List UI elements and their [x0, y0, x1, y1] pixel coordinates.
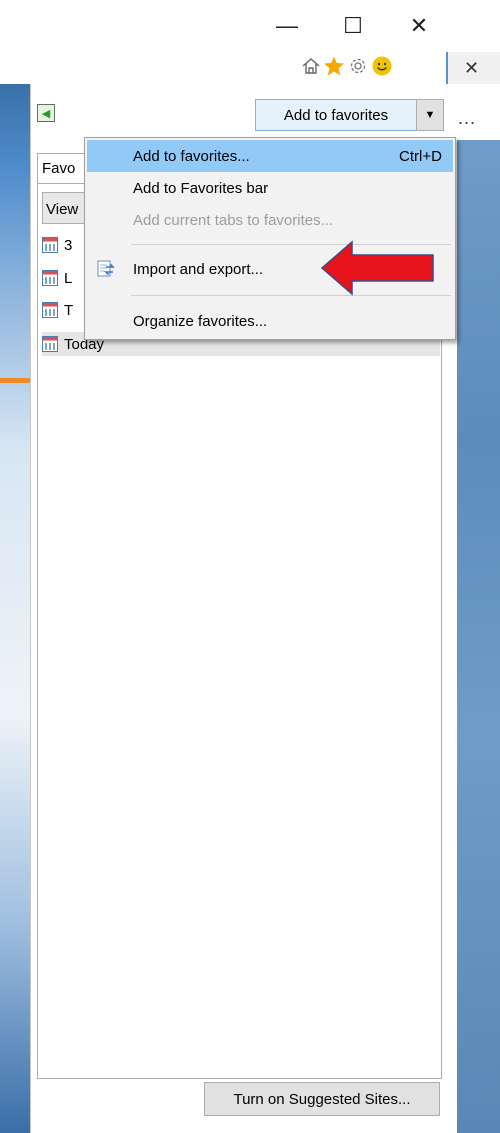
menu-item-label: Add to favorites...: [133, 147, 250, 165]
minimize-button[interactable]: —: [273, 12, 301, 40]
list-item-label: 3: [64, 236, 73, 254]
list-item-label: L: [64, 269, 73, 287]
calendar-icon: [42, 237, 58, 253]
page-background-right: [456, 140, 500, 1133]
calendar-icon: [42, 336, 58, 352]
tab-close-icon[interactable]: ✕: [464, 58, 479, 79]
page-accent-bar: [0, 378, 30, 383]
menu-item-add-to-favorites-bar[interactable]: Add to Favorites bar: [87, 172, 453, 204]
settings-gear-icon[interactable]: [346, 54, 370, 78]
chevron-down-icon: ▼: [424, 109, 436, 121]
menu-item-add-to-favorites[interactable]: Add to favorites... Ctrl+D: [87, 140, 453, 172]
suggested-sites-button[interactable]: Turn on Suggested Sites...: [204, 1082, 440, 1116]
menu-item-add-current-tabs: Add current tabs to favorites...: [87, 204, 453, 236]
menu-item-label: Add current tabs to favorites...: [133, 211, 334, 229]
home-icon[interactable]: [299, 54, 323, 78]
red-arrow-annotation: [320, 240, 434, 296]
list-item-label: T: [64, 301, 74, 319]
import-export-icon: [97, 260, 115, 277]
menu-item-organize-favorites[interactable]: Organize favorites...: [87, 305, 453, 337]
close-button[interactable]: ✕: [405, 12, 433, 40]
add-to-favorites-button[interactable]: Add to favorites: [255, 99, 417, 131]
add-favorites-menu: Add to favorites... Ctrl+D Add to Favori…: [84, 137, 456, 340]
feedback-smiley-icon[interactable]: [370, 54, 394, 78]
favorites-star-icon[interactable]: [322, 54, 346, 78]
menu-item-label: Import and export...: [133, 260, 264, 278]
title-bar-right: [446, 0, 500, 52]
menu-item-shortcut: Ctrl+D: [399, 147, 442, 165]
more-options-icon[interactable]: ...: [458, 108, 476, 129]
calendar-icon: [42, 302, 58, 318]
maximize-button[interactable]: ☐: [339, 12, 367, 40]
menu-item-label: Organize favorites...: [133, 312, 268, 330]
page-background-left: [0, 84, 30, 1133]
calendar-icon: [42, 270, 58, 286]
pin-pane-icon[interactable]: ◀: [37, 104, 55, 122]
add-to-favorites-dropdown[interactable]: ▼: [416, 99, 444, 131]
menu-item-label: Add to Favorites bar: [133, 179, 269, 197]
